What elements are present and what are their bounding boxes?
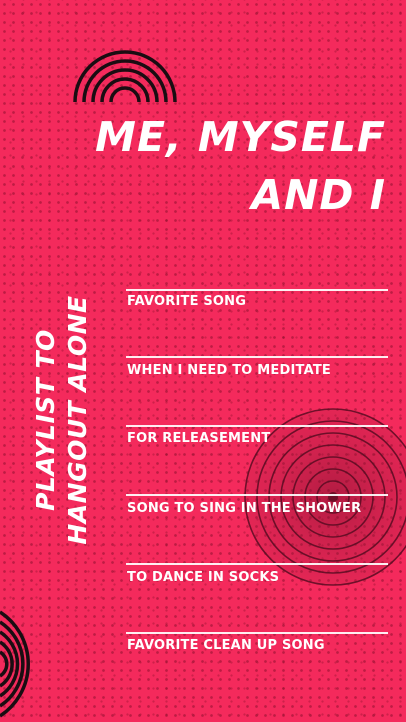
poster-title: ME, MYSELF AND I <box>56 108 386 224</box>
song-label: FAVORITE SONG <box>127 294 247 309</box>
song-divider <box>126 494 388 496</box>
song-label: WHEN I NEED TO MEDITATE <box>127 363 331 378</box>
song-divider <box>126 356 388 358</box>
side-title-line-1: PLAYLIST TO <box>31 329 60 511</box>
side-title-line-2: HANGOUT ALONE <box>63 295 92 545</box>
song-label: FAVORITE CLEAN UP SONG <box>127 638 325 653</box>
song-label: SONG TO SING IN THE SHOWER <box>127 501 362 516</box>
song-divider <box>126 632 388 634</box>
title-line-1: ME, MYSELF <box>95 113 386 161</box>
playlist-poster: ME, MYSELF AND I PLAYLIST TO HANGOUT ALO… <box>0 0 406 722</box>
song-divider <box>126 289 388 291</box>
arcs-top-decoration <box>73 50 177 103</box>
song-label: TO DANCE IN SOCKS <box>127 570 280 585</box>
song-label: FOR RELEASEMENT <box>127 431 271 446</box>
song-divider <box>126 425 388 427</box>
arcs-bottom-decoration <box>0 610 30 718</box>
song-divider <box>126 563 388 565</box>
title-line-2: AND I <box>251 171 386 219</box>
